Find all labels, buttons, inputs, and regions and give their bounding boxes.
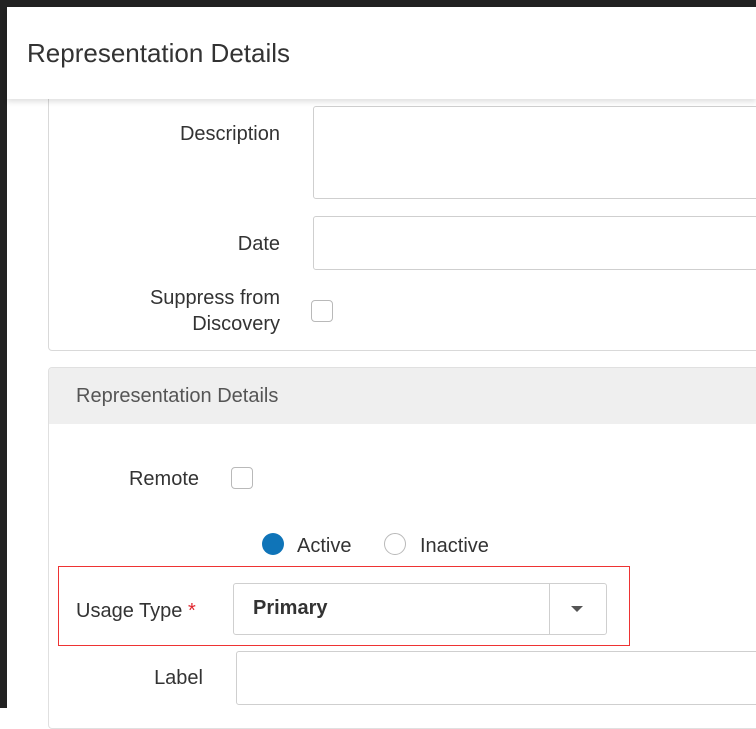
suppress-label-line2: Discovery bbox=[192, 313, 280, 335]
required-marker: * bbox=[187, 600, 196, 622]
suppress-label: Suppress from Discovery bbox=[90, 285, 280, 337]
chevron-down-icon bbox=[571, 606, 583, 612]
remote-label: Remote bbox=[128, 468, 199, 490]
active-label[interactable]: Active bbox=[297, 533, 351, 559]
usage-type-label-text: Usage Type bbox=[76, 600, 183, 622]
label-field[interactable] bbox=[236, 651, 756, 705]
usage-type-select[interactable]: Primary bbox=[233, 583, 607, 635]
inactive-label[interactable]: Inactive bbox=[420, 533, 489, 559]
suppress-label-line1: Suppress from bbox=[149, 287, 280, 309]
section-header: Representation Details bbox=[49, 368, 756, 424]
section-title: Representation Details bbox=[76, 385, 279, 407]
window-frame-left bbox=[0, 0, 7, 708]
remote-checkbox[interactable] bbox=[231, 467, 253, 489]
suppress-checkbox[interactable] bbox=[311, 300, 333, 322]
page-header: Representation Details bbox=[7, 7, 756, 99]
window-frame-top bbox=[0, 0, 756, 7]
description-field[interactable] bbox=[313, 106, 756, 199]
usage-type-value: Primary bbox=[253, 597, 328, 619]
date-label: Date bbox=[237, 233, 280, 255]
usage-type-label: Usage Type * bbox=[76, 598, 196, 624]
description-label: Description bbox=[179, 123, 280, 145]
inactive-radio[interactable] bbox=[384, 533, 406, 555]
label-label: Label bbox=[154, 667, 203, 689]
usage-type-dropdown-button[interactable] bbox=[549, 584, 606, 634]
active-radio[interactable] bbox=[262, 533, 284, 555]
date-field[interactable] bbox=[313, 216, 756, 270]
page-title: Representation Details bbox=[27, 38, 291, 68]
